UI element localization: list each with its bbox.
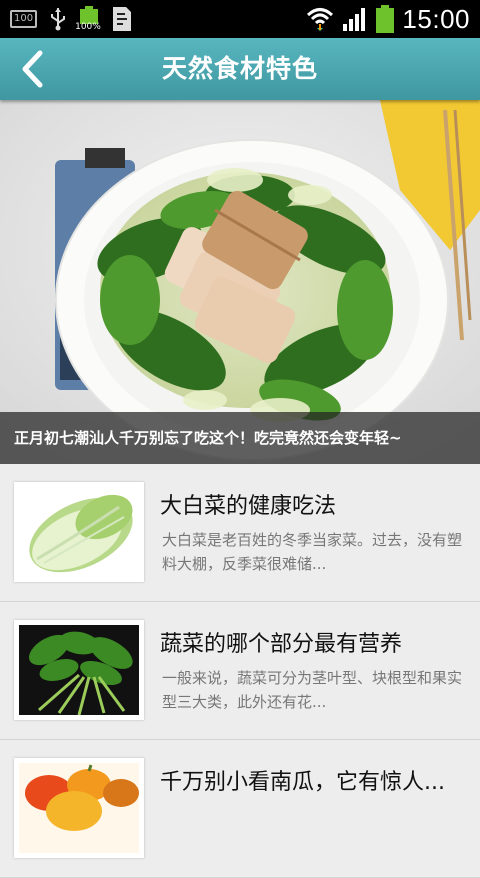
notification-doc-icon (113, 7, 132, 31)
article-description: 大白菜是老百姓的冬季当家菜。过去，没有塑料大棚，反季菜很难储... (162, 531, 462, 573)
banner-caption: 正月初七潮汕人千万别忘了吃这个！吃完竟然还会变年轻~ (0, 412, 480, 464)
wifi-icon (307, 8, 334, 31)
article-title: 蔬菜的哪个部分最有营养 (160, 632, 403, 657)
battery-full-icon: 100% (75, 6, 101, 32)
article-thumbnail (14, 758, 144, 858)
list-item[interactable]: 千万别小看南瓜，它有惊人... (0, 740, 480, 878)
article-title: 大白菜的健康吃法 (160, 494, 337, 519)
article-list: 大白菜的健康吃法 大白菜是老百姓的冬季当家菜。过去，没有塑料大棚，反季菜很难储.… (0, 464, 480, 878)
article-description: 一般来说，蔬菜可分为茎叶型、块根型和果实型三大类，此外还有花... (162, 669, 462, 711)
leafy-greens-image (19, 625, 139, 715)
signal-icon (343, 8, 366, 31)
battery-icon (376, 5, 395, 33)
list-item[interactable]: 蔬菜的哪个部分最有营养 一般来说，蔬菜可分为茎叶型、块根型和果实型三大类，此外还… (0, 602, 480, 740)
article-thumbnail (14, 620, 144, 720)
article-thumbnail (14, 482, 144, 582)
clock: 15:00 (402, 3, 470, 34)
featured-banner[interactable]: 正月初七潮汕人千万别忘了吃这个！吃完竟然还会变年轻~ (0, 100, 480, 464)
article-title: 千万别小看南瓜，它有惊人... (160, 770, 445, 795)
page-title: 天然食材特色 (161, 54, 318, 83)
article-description (162, 804, 462, 852)
battery-percent-label: 100% (75, 22, 101, 32)
banner-image (0, 100, 480, 464)
list-item[interactable]: 大白菜的健康吃法 大白菜是老百姓的冬季当家菜。过去，没有塑料大棚，反季菜很难储.… (0, 464, 480, 602)
status-bar: 100 100% 15:00 (0, 0, 480, 38)
top-app-bar: 天然食材特色 (0, 38, 480, 100)
battery-level-box: 100 (10, 10, 38, 28)
usb-icon (51, 8, 66, 31)
pumpkin-image (19, 763, 139, 853)
napa-cabbage-image (19, 487, 139, 577)
